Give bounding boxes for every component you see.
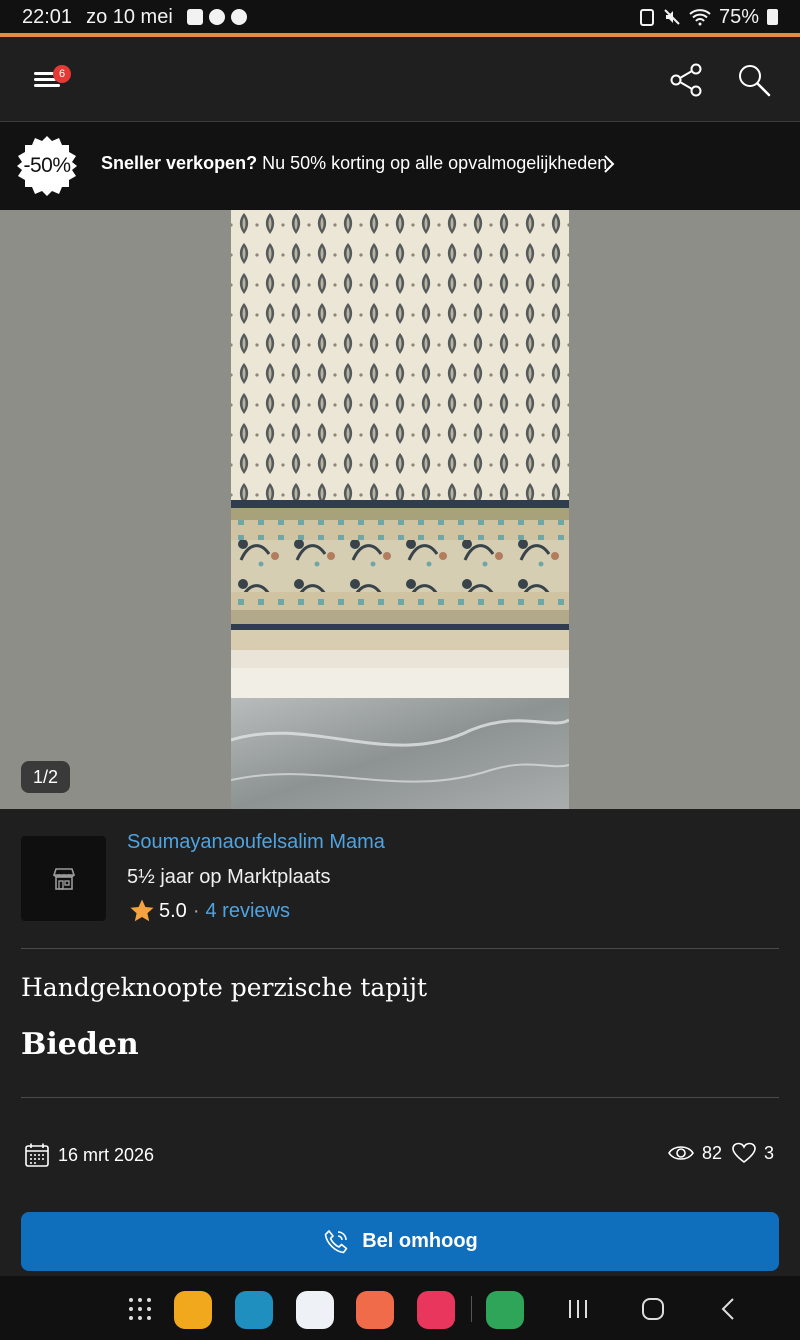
dock-divider xyxy=(471,1296,472,1322)
back-button[interactable] xyxy=(716,1296,742,1322)
listing-title: Handgeknoopte perzische tapijt xyxy=(21,973,428,1002)
mute-icon xyxy=(664,9,680,25)
divider xyxy=(21,1097,779,1098)
listing-price: Bieden xyxy=(21,1027,139,1062)
app-notification-icon xyxy=(208,9,225,25)
share-button[interactable] xyxy=(668,62,704,98)
view-count: 82 xyxy=(701,1142,722,1163)
rating-score: 5.0 xyxy=(159,899,187,922)
seller-rating: 5.0 · 4 reviews xyxy=(129,898,290,924)
notification-icons xyxy=(186,9,247,25)
listing-stats: 82 3 xyxy=(668,1142,774,1164)
search-icon xyxy=(739,65,771,97)
camera-app-icon[interactable] xyxy=(417,1291,455,1329)
call-button-label: Bel omhoog xyxy=(362,1230,478,1252)
seller-member-since: 5½ jaar op Marktplaats xyxy=(127,866,331,888)
store-icon xyxy=(52,867,75,890)
rating-separator: · xyxy=(192,899,200,922)
system-nav-bar xyxy=(0,1276,800,1340)
discount-badge: -50% xyxy=(23,154,71,177)
promo-text: Sneller verkopen? Nu 50% korting op alle… xyxy=(101,153,607,174)
divider xyxy=(21,948,779,949)
promo-banner[interactable]: -50% Sneller verkopen? Nu 50% korting op… xyxy=(0,122,800,210)
battery-saver-icon xyxy=(639,9,654,26)
share-icon xyxy=(670,63,702,97)
image-gallery[interactable]: 1/2 xyxy=(0,210,800,809)
contacts-app-icon[interactable] xyxy=(356,1291,394,1329)
eye-icon xyxy=(668,1146,694,1160)
favorite-count: 3 xyxy=(763,1142,774,1163)
calendar-app-icon[interactable] xyxy=(235,1291,273,1329)
listing-photo xyxy=(231,210,569,809)
seller-name-link[interactable]: Soumayanaoufelsalim Mama xyxy=(127,831,385,854)
menu-notification-badge: 6 xyxy=(53,65,71,83)
chrome-notification-icon xyxy=(230,9,247,25)
recent-apps-button[interactable] xyxy=(565,1296,591,1322)
promo-rest-text: Nu 50% korting op alle opvalmogelijkhede… xyxy=(257,153,608,173)
wifi-icon xyxy=(689,9,711,26)
heart-icon xyxy=(732,1142,756,1164)
star-icon xyxy=(130,899,154,922)
call-button[interactable]: Bel omhoog xyxy=(21,1212,779,1271)
search-button[interactable] xyxy=(736,62,772,98)
seller-avatar[interactable] xyxy=(21,836,106,921)
status-bar: 22:01 zo 10 mei 75% xyxy=(0,0,800,34)
listing-date-text: 16 mrt 2026 xyxy=(58,1144,155,1165)
battery-icon xyxy=(767,9,778,25)
files-app-icon[interactable] xyxy=(174,1291,212,1329)
listing-date: 16 mrt 2026 xyxy=(24,1142,154,1168)
status-date: zo 10 mei xyxy=(86,5,173,28)
app-drawer-button[interactable] xyxy=(127,1296,153,1322)
app-header: 6 xyxy=(0,37,800,122)
battery-percent: 75% xyxy=(718,5,759,28)
reviews-link[interactable]: 4 reviews xyxy=(205,900,289,923)
image-counter: 1/2 xyxy=(21,761,70,793)
messages-app-icon[interactable] xyxy=(296,1291,334,1329)
phone-call-icon xyxy=(324,1229,348,1253)
gallery-notification-icon xyxy=(186,9,203,25)
status-time: 22:01 xyxy=(22,5,73,28)
home-button[interactable] xyxy=(640,1296,666,1322)
calendar-icon xyxy=(25,1143,49,1167)
marktplaats-app-icon[interactable] xyxy=(486,1291,524,1329)
promo-bold-text: Sneller verkopen? xyxy=(101,153,258,173)
chevron-right-icon xyxy=(604,155,615,173)
